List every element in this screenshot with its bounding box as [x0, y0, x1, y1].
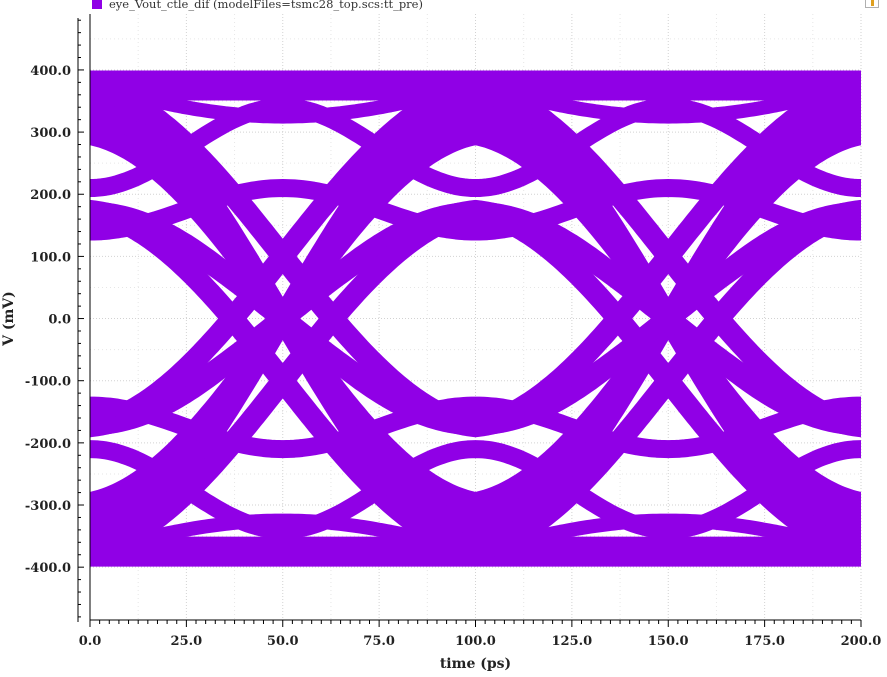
transition-trace [90, 199, 861, 438]
plot-tool-icon[interactable] [865, 0, 879, 8]
x-tick-label: 150.0 [648, 634, 689, 649]
legend-swatch [92, 0, 102, 9]
x-tick-label: 0.0 [79, 634, 102, 649]
chart-canvas: 400.0 300.0 200.0 100.0 0.0 -100.0 -200.0 -300.… [1, 14, 882, 672]
legend: eye_Vout_ctle_dif (modelFiles=tsmc28_top… [92, 0, 423, 12]
x-tick-label: 50.0 [267, 634, 299, 649]
x-axis-title: time (ps) [440, 656, 511, 672]
y-tick-label: 0.0 [48, 313, 71, 328]
y-tick-label: -400.0 [25, 561, 71, 576]
x-tick-label: 100.0 [455, 634, 496, 649]
eye-diagram-chart: 400.0 300.0 200.0 100.0 0.0 -100.0 -200.0 -300.… [0, 0, 887, 673]
x-tick-label: 25.0 [171, 634, 203, 649]
transition-trace [90, 199, 861, 438]
y-tick-label: 300.0 [30, 126, 71, 141]
legend-label: eye_Vout_ctle_dif (modelFiles=tsmc28_top… [109, 0, 423, 11]
x-tick-label: 125.0 [552, 634, 593, 649]
y-tick-label: -100.0 [25, 375, 71, 390]
y-tick-label: 200.0 [30, 188, 71, 203]
y-tick-label: -300.0 [25, 499, 71, 514]
x-tick-label: 75.0 [363, 634, 395, 649]
x-tick-label: 175.0 [744, 634, 785, 649]
x-tick-label: 200.0 [841, 634, 882, 649]
y-tick-label: -200.0 [25, 437, 71, 452]
y-axis-title: V (mV) [1, 291, 17, 347]
y-tick-label: 100.0 [30, 250, 71, 265]
y-tick-label: 400.0 [30, 64, 71, 79]
